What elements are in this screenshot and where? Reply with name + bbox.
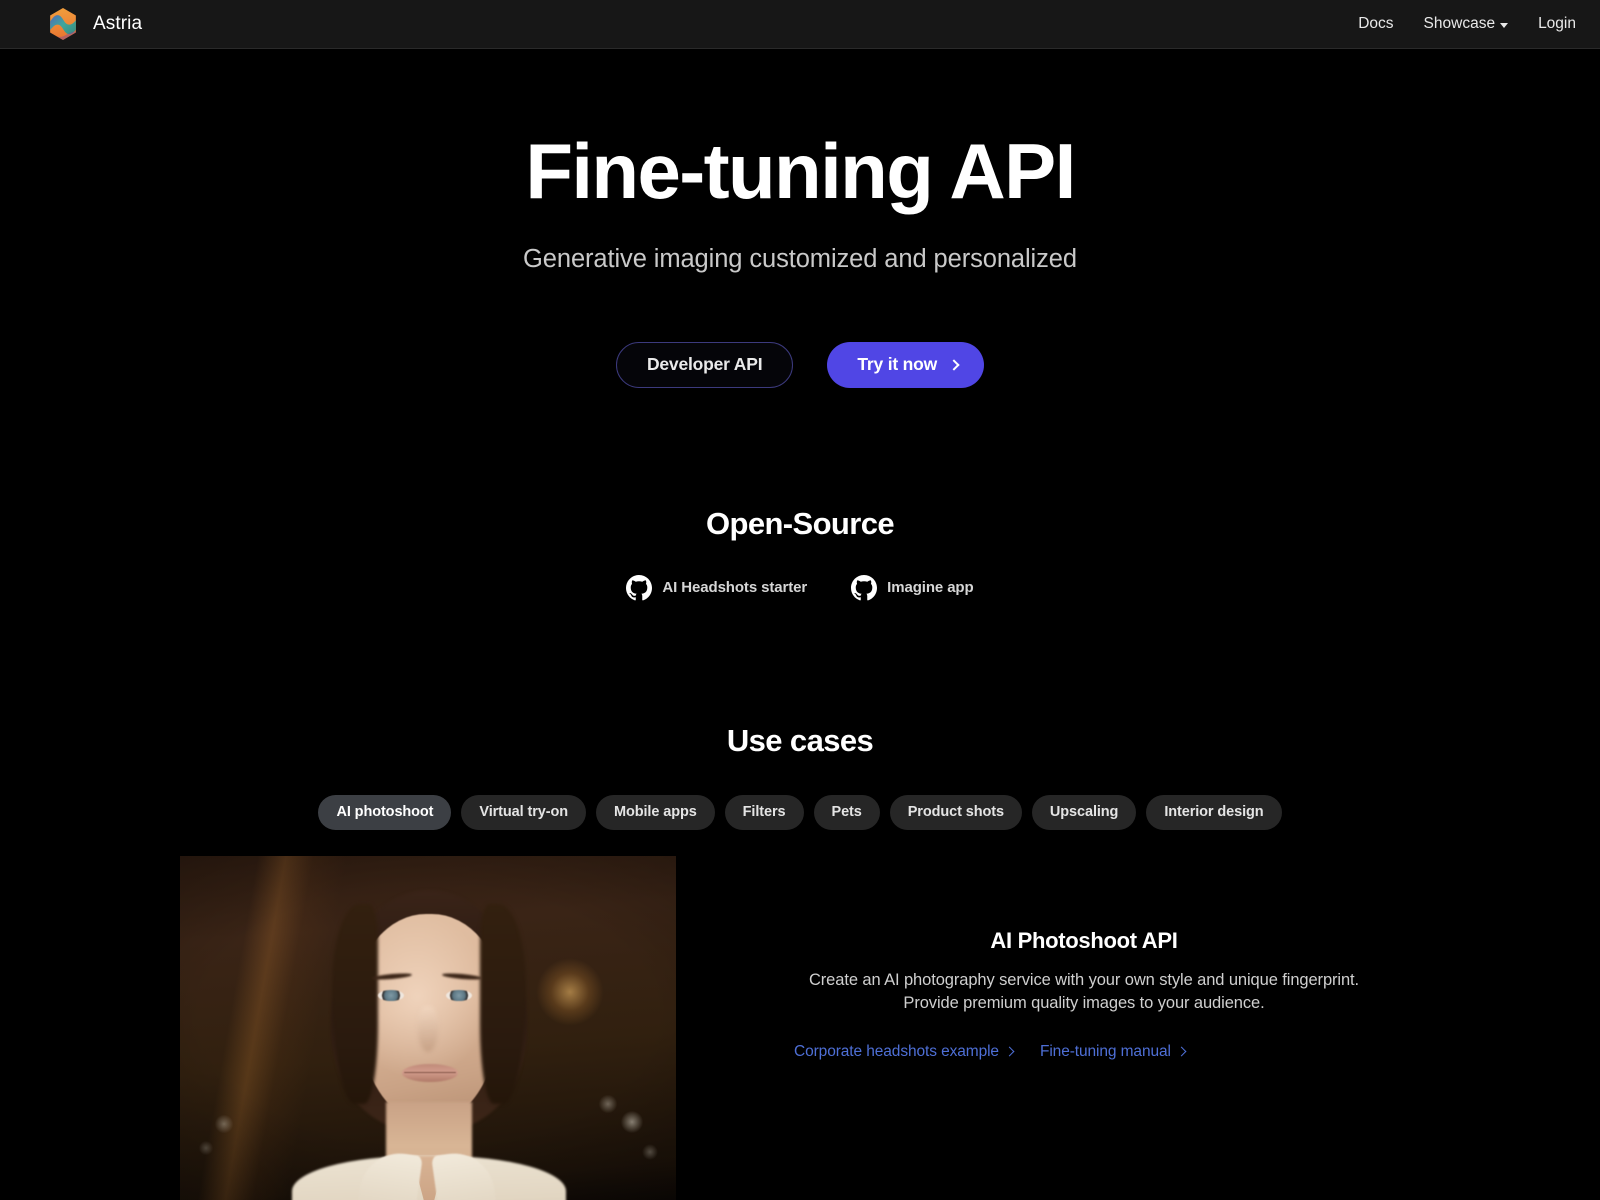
photo-eye-right <box>446 989 472 1001</box>
use-case-image <box>180 855 676 1200</box>
hero-subtitle: Generative imaging customized and person… <box>523 244 1077 273</box>
github-icon <box>851 574 878 601</box>
open-source-repo-row: AI Headshots starter Imagine app <box>0 574 1600 601</box>
chevron-right-icon <box>1004 1046 1015 1057</box>
try-it-now-button[interactable]: Try it now <box>827 341 985 388</box>
tab-pets[interactable]: Pets <box>813 794 880 830</box>
brand-name: Astria <box>93 13 143 34</box>
use-case-heading: AI Photoshoot API <box>990 927 1178 953</box>
repo-link-ai-headshots-starter[interactable]: AI Headshots starter <box>626 574 808 601</box>
use-cases-title: Use cases <box>726 722 874 758</box>
photo-hair-left <box>332 903 378 1104</box>
portrait-photo <box>180 855 676 1200</box>
use-case-copy: AI Photoshoot API Create an AI photograp… <box>794 856 1374 1061</box>
tab-mobile-apps[interactable]: Mobile apps <box>595 794 715 830</box>
use-case-description: Create an AI photography service with yo… <box>808 970 1360 1013</box>
nav-link-login-label: Login <box>1538 15 1576 32</box>
link-corporate-headshots-example[interactable]: Corporate headshots example <box>794 1042 1015 1061</box>
page-title: Fine-tuning API <box>525 127 1076 215</box>
use-case-links: Corporate headshots example Fine-tuning … <box>794 1043 1374 1061</box>
tab-virtual-try-on[interactable]: Virtual try-on <box>461 794 586 830</box>
hero-section: Fine-tuning API Generative imaging custo… <box>0 49 1600 388</box>
astria-hexagon-logo-icon <box>46 7 80 41</box>
try-it-now-button-label: Try it now <box>857 354 938 375</box>
use-case-panel: AI Photoshoot API Create an AI photograp… <box>0 855 1600 1200</box>
top-navbar: Astria Docs Showcase Login <box>0 0 1600 49</box>
nav-link-docs-label: Docs <box>1358 15 1394 32</box>
nav-link-showcase-label: Showcase <box>1423 15 1496 32</box>
use-case-tabs: AI photoshoot Virtual try-on Mobile apps… <box>0 794 1600 830</box>
open-source-section: Open-Source AI Headshots starter Imagine… <box>0 506 1600 601</box>
tab-filters[interactable]: Filters <box>724 794 804 830</box>
nav-link-login[interactable]: Login <box>1538 15 1576 33</box>
chevron-right-icon <box>948 359 960 371</box>
photo-eye-left <box>378 989 404 1001</box>
primary-nav: Docs Showcase Login <box>1358 15 1576 33</box>
link-fine-tuning-manual[interactable]: Fine-tuning manual <box>1039 1042 1187 1061</box>
tab-product-shots[interactable]: Product shots <box>889 794 1022 830</box>
tab-upscaling[interactable]: Upscaling <box>1031 794 1137 830</box>
nav-link-showcase[interactable]: Showcase <box>1424 15 1509 33</box>
photo-collar-right <box>431 1148 499 1200</box>
repo-link-imagine-app[interactable]: Imagine app <box>851 574 974 601</box>
chevron-down-icon <box>1500 22 1509 28</box>
repo-link-label: Imagine app <box>887 579 974 597</box>
tab-ai-photoshoot[interactable]: AI photoshoot <box>318 794 452 830</box>
hero-cta-row: Developer API Try it now <box>0 341 1600 388</box>
link-label: Fine-tuning manual <box>1039 1042 1171 1060</box>
use-cases-section: Use cases AI photoshoot Virtual try-on M… <box>0 723 1600 1200</box>
chevron-right-icon <box>1176 1046 1187 1057</box>
photo-nose <box>418 1005 438 1052</box>
link-label: Corporate headshots example <box>794 1042 999 1060</box>
nav-link-docs[interactable]: Docs <box>1358 15 1393 33</box>
photo-collar-left <box>355 1148 423 1200</box>
repo-link-label: AI Headshots starter <box>662 579 808 597</box>
tab-interior-design[interactable]: Interior design <box>1146 794 1282 830</box>
open-source-title: Open-Source <box>705 505 895 541</box>
brand-home-link[interactable]: Astria <box>46 7 142 41</box>
developer-api-button-label: Developer API <box>646 354 763 375</box>
developer-api-button[interactable]: Developer API <box>615 341 794 388</box>
photo-hair-right <box>480 903 526 1104</box>
github-icon <box>626 574 653 601</box>
